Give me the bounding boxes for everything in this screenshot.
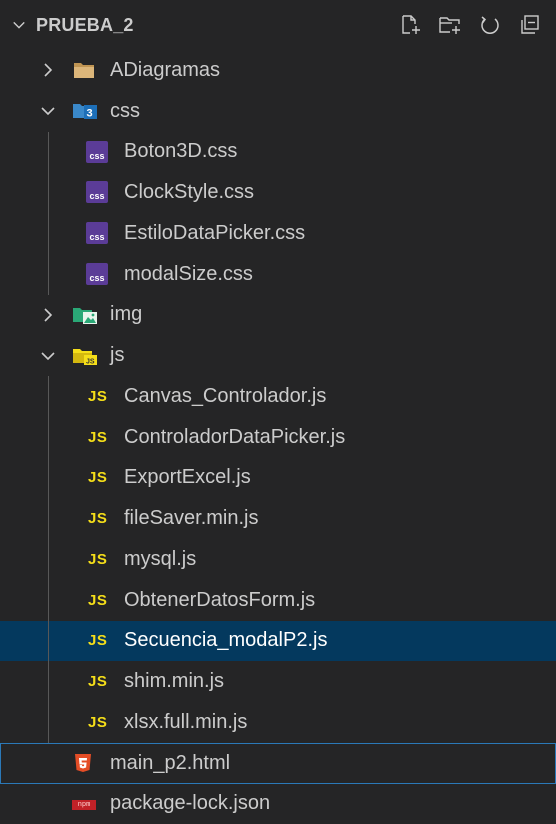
tree-folder-css[interactable]: 3 css (0, 91, 556, 132)
chevron-right-icon[interactable] (40, 307, 56, 323)
tree-item-label: shim.min.js (124, 670, 225, 693)
workspace-title[interactable]: PRUEBA_2 (36, 15, 134, 36)
js-file-icon: JS (88, 550, 108, 568)
indent-guide (48, 172, 49, 214)
indent-guide (48, 213, 49, 254)
explorer-actions (398, 13, 542, 37)
js-file-icon: JS (88, 469, 108, 487)
chevron-down-icon[interactable] (12, 18, 26, 32)
css-file-icon: css (86, 262, 108, 285)
tree-file-package-lock-json[interactable]: npm package-lock.json (0, 784, 556, 824)
tree-item-label: package-lock.json (110, 792, 271, 815)
js-folder-icon: JS (72, 345, 98, 367)
file-explorer: PRUEBA_2 ADiagramas 3 css css Boton3D.cs… (0, 0, 556, 824)
chevron-down-icon[interactable] (40, 103, 56, 119)
svg-text:3: 3 (87, 108, 93, 120)
tree-file-canvas-controlador-js[interactable]: JS Canvas_Controlador.js (0, 376, 556, 417)
css-file-icon: css (86, 222, 108, 244)
tree-item-label: Secuencia_modalP2.js (124, 629, 328, 652)
indent-guide (48, 539, 49, 580)
css-file-icon: css (86, 140, 108, 163)
tree-file-modalsize-css[interactable]: css modalSize.css (0, 253, 556, 295)
refresh-icon[interactable] (478, 13, 502, 37)
tree-item-label: EstiloDataPicker.css (124, 221, 306, 244)
js-file-icon: JS (88, 510, 108, 528)
tree-item-label: img (110, 303, 143, 326)
indent-guide (48, 661, 49, 703)
indent-guide (48, 416, 49, 458)
tree-file-clockstyle-css[interactable]: css ClockStyle.css (0, 172, 556, 214)
js-file-icon: JS (88, 673, 108, 691)
indent-guide (48, 457, 49, 499)
tree-item-label: ADiagramas (110, 58, 221, 81)
indent-guide (48, 702, 49, 743)
tree-folder-adiagramas[interactable]: ADiagramas (0, 50, 556, 91)
tree-file-main-p2-html[interactable]: main_p2.html (0, 742, 556, 784)
tree-file-estilodatapicker-css[interactable]: css EstiloDataPicker.css (0, 213, 556, 254)
indent-guide (48, 376, 49, 417)
tree-item-label: ControladorDataPicker.js (124, 425, 346, 448)
tree-file-filesaver-min-js[interactable]: JS fileSaver.min.js (0, 498, 556, 540)
tree-item-label: ExportExcel.js (124, 466, 251, 489)
tree-item-label: ObtenerDatosForm.js (124, 588, 316, 611)
tree-item-label: ClockStyle.css (124, 181, 255, 204)
indent-guide (48, 620, 49, 662)
js-file-icon: JS (88, 428, 108, 446)
indent-guide (48, 579, 49, 621)
indent-guide (48, 131, 49, 173)
tree-file-obtenerdatosform-js[interactable]: JS ObtenerDatosForm.js (0, 579, 556, 621)
tree-file-controladordatapicker-js[interactable]: JS ControladorDataPicker.js (0, 416, 556, 458)
tree-folder-img[interactable]: img (0, 295, 556, 336)
tree-item-label: xlsx.full.min.js (124, 710, 248, 733)
image-folder-icon (72, 304, 98, 326)
indent-guide (48, 498, 49, 540)
tree-item-label: fileSaver.min.js (124, 507, 259, 530)
css-file-icon: css (86, 181, 108, 204)
tree-item-label: main_p2.html (110, 751, 231, 774)
tree-file-xlsx-full-min-js[interactable]: JS xlsx.full.min.js (0, 702, 556, 743)
new-folder-icon[interactable] (438, 13, 462, 37)
chevron-down-icon[interactable] (40, 348, 56, 364)
js-file-icon: JS (88, 387, 108, 405)
tree-file-boton3d-css[interactable]: css Boton3D.css (0, 131, 556, 173)
js-file-icon: JS (88, 632, 108, 650)
file-tree: ADiagramas 3 css css Boton3D.css css Clo… (0, 50, 556, 824)
html5-file-icon (72, 752, 94, 774)
tree-folder-js[interactable]: JS js (0, 335, 556, 376)
tree-item-label: css (110, 99, 140, 122)
tree-file-exportexcel-js[interactable]: JS ExportExcel.js (0, 457, 556, 499)
tree-item-label: mysql.js (124, 547, 197, 570)
js-file-icon: JS (88, 591, 108, 609)
svg-text:JS: JS (86, 358, 95, 365)
css-folder-icon: 3 (72, 100, 98, 122)
tree-file-shim-min-js[interactable]: JS shim.min.js (0, 661, 556, 703)
tree-file-mysql-js[interactable]: JS mysql.js (0, 539, 556, 580)
chevron-right-icon[interactable] (40, 62, 56, 78)
new-file-icon[interactable] (398, 13, 422, 37)
tree-item-label: Canvas_Controlador.js (124, 384, 327, 407)
indent-guide (48, 253, 49, 295)
tree-item-label: Boton3D.css (124, 140, 238, 163)
npm-file-icon: npm (72, 799, 96, 810)
js-file-icon: JS (88, 713, 108, 731)
tree-item-label: js (110, 344, 125, 367)
explorer-header[interactable]: PRUEBA_2 (0, 0, 556, 50)
collapse-all-icon[interactable] (518, 13, 542, 37)
folder-icon (72, 59, 96, 81)
tree-item-label: modalSize.css (124, 262, 253, 285)
tree-file-secuencia-modalp2-js[interactable]: JS Secuencia_modalP2.js (0, 620, 556, 662)
